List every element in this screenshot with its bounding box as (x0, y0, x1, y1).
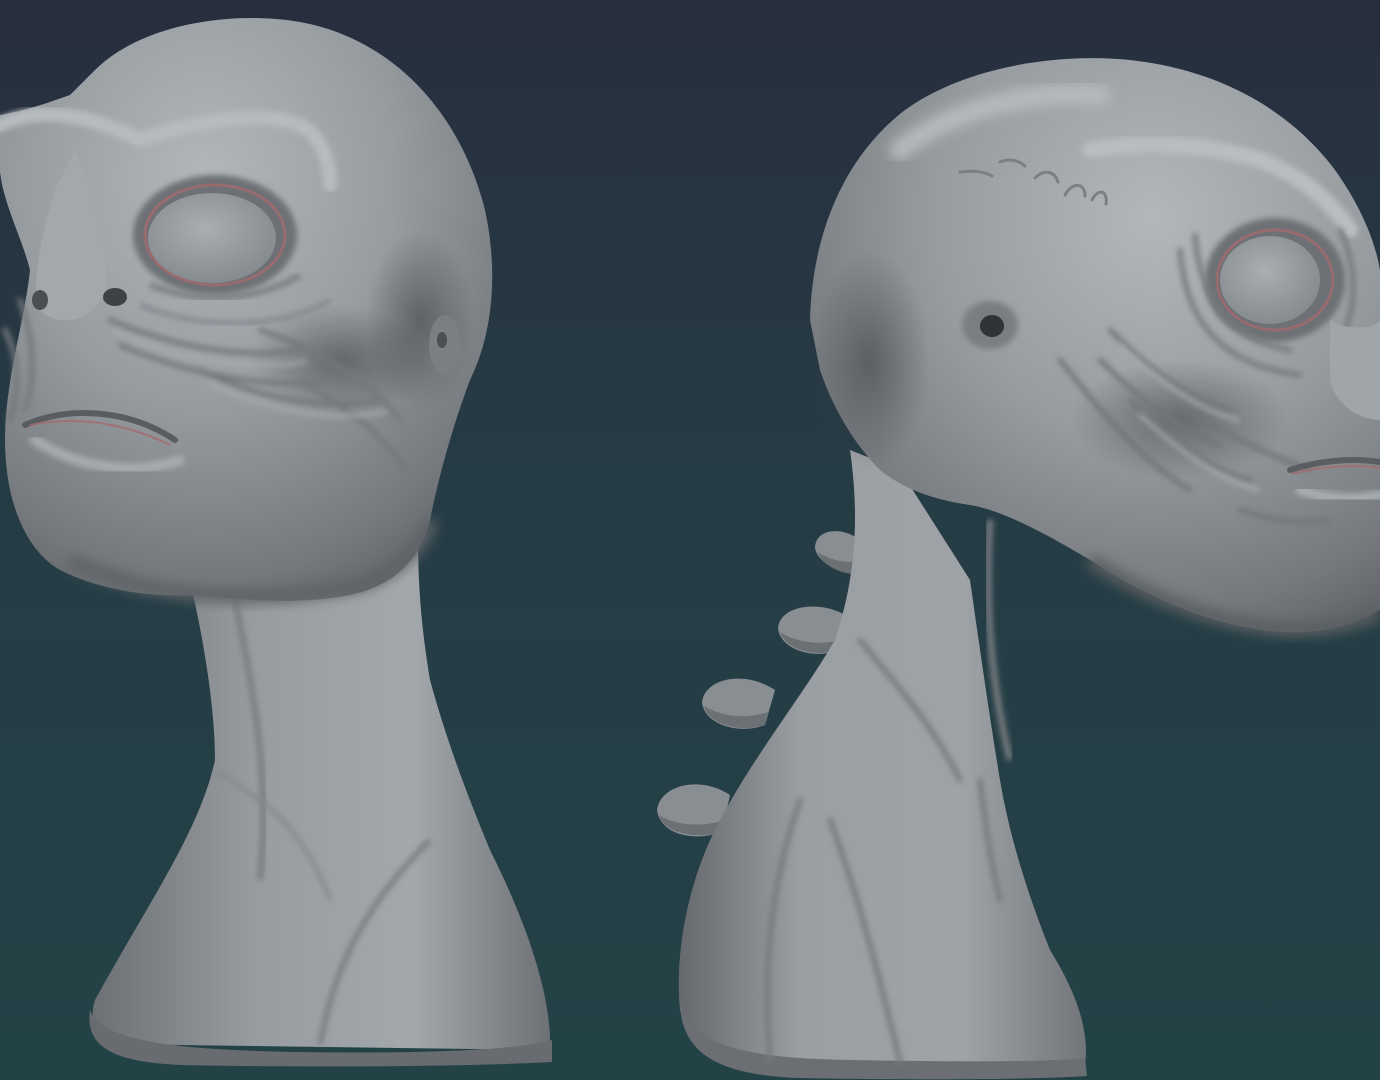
left-bust-ear-hole (437, 332, 447, 348)
left-bust-eyeball (148, 193, 276, 283)
left-bust-nostril-2 (32, 290, 48, 310)
right-bust-cheek-hollow (1070, 360, 1290, 480)
render-viewport (0, 0, 1380, 1080)
right-bust-temple-shadow (810, 250, 930, 470)
right-bust-ear-hole (980, 315, 1004, 337)
right-bust-eyeball (1220, 236, 1320, 324)
left-bust-nostril (103, 288, 127, 306)
sculpture-render (0, 0, 1380, 1080)
